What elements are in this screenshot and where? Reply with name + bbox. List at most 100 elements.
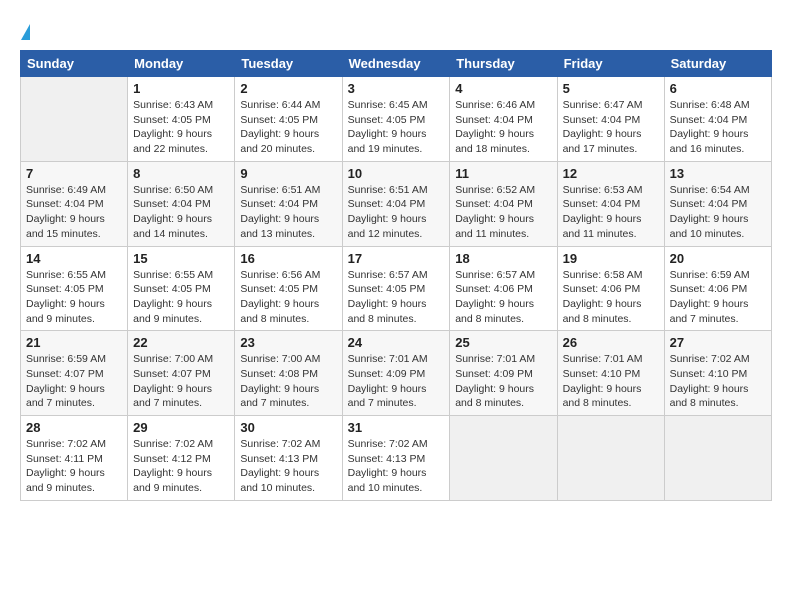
day-number: 25 bbox=[455, 335, 551, 350]
weekday-header: Wednesday bbox=[342, 51, 450, 77]
day-detail: Sunrise: 6:50 AM Sunset: 4:04 PM Dayligh… bbox=[133, 183, 229, 242]
day-number: 10 bbox=[348, 166, 445, 181]
day-number: 18 bbox=[455, 251, 551, 266]
calendar-cell: 15 Sunrise: 6:55 AM Sunset: 4:05 PM Dayli… bbox=[128, 246, 235, 331]
day-number: 3 bbox=[348, 81, 445, 96]
day-detail: Sunrise: 7:01 AM Sunset: 4:09 PM Dayligh… bbox=[455, 352, 551, 411]
day-detail: Sunrise: 6:53 AM Sunset: 4:04 PM Dayligh… bbox=[563, 183, 659, 242]
weekday-header: Saturday bbox=[664, 51, 771, 77]
day-detail: Sunrise: 7:00 AM Sunset: 4:07 PM Dayligh… bbox=[133, 352, 229, 411]
calendar-cell: 22 Sunrise: 7:00 AM Sunset: 4:07 PM Dayli… bbox=[128, 331, 235, 416]
day-detail: Sunrise: 6:57 AM Sunset: 4:06 PM Dayligh… bbox=[455, 268, 551, 327]
calendar-cell: 18 Sunrise: 6:57 AM Sunset: 4:06 PM Dayli… bbox=[450, 246, 557, 331]
day-detail: Sunrise: 6:57 AM Sunset: 4:05 PM Dayligh… bbox=[348, 268, 445, 327]
calendar-cell: 11 Sunrise: 6:52 AM Sunset: 4:04 PM Dayli… bbox=[450, 161, 557, 246]
calendar-week-row: 7Sunrise: 6:49 AM Sunset: 4:04 PM Daylig… bbox=[21, 161, 772, 246]
calendar-cell: 5 Sunrise: 6:47 AM Sunset: 4:04 PM Daylig… bbox=[557, 77, 664, 162]
day-detail: Sunrise: 6:47 AM Sunset: 4:04 PM Dayligh… bbox=[563, 98, 659, 157]
day-detail: Sunrise: 7:02 AM Sunset: 4:11 PM Dayligh… bbox=[26, 437, 122, 496]
calendar-cell: 21Sunrise: 6:59 AM Sunset: 4:07 PM Dayli… bbox=[21, 331, 128, 416]
calendar-week-row: 28 Sunrise: 7:02 AM Sunset: 4:11 PM Dayli… bbox=[21, 416, 772, 501]
calendar-cell: 20 Sunrise: 6:59 AM Sunset: 4:06 PM Dayli… bbox=[664, 246, 771, 331]
day-number: 8 bbox=[133, 166, 229, 181]
day-number: 17 bbox=[348, 251, 445, 266]
day-detail: Sunrise: 6:52 AM Sunset: 4:04 PM Dayligh… bbox=[455, 183, 551, 242]
day-number: 13 bbox=[670, 166, 766, 181]
day-number: 4 bbox=[455, 81, 551, 96]
calendar-cell: 30Sunrise: 7:02 AM Sunset: 4:13 PM Dayli… bbox=[235, 416, 342, 501]
day-number: 31 bbox=[348, 420, 445, 435]
calendar-cell: 1 Sunrise: 6:43 AM Sunset: 4:05 PM Daylig… bbox=[128, 77, 235, 162]
day-number: 22 bbox=[133, 335, 229, 350]
day-number: 15 bbox=[133, 251, 229, 266]
calendar-week-row: 14 Sunrise: 6:55 AM Sunset: 4:05 PM Dayli… bbox=[21, 246, 772, 331]
calendar-cell: 26Sunrise: 7:01 AM Sunset: 4:10 PM Dayli… bbox=[557, 331, 664, 416]
day-number: 1 bbox=[133, 81, 229, 96]
day-detail: Sunrise: 7:02 AM Sunset: 4:12 PM Dayligh… bbox=[133, 437, 229, 496]
day-detail: Sunrise: 6:51 AM Sunset: 4:04 PM Dayligh… bbox=[240, 183, 336, 242]
day-number: 16 bbox=[240, 251, 336, 266]
day-number: 5 bbox=[563, 81, 659, 96]
page-container: SundayMondayTuesdayWednesdayThursdayFrid… bbox=[0, 0, 792, 511]
calendar-cell bbox=[557, 416, 664, 501]
day-detail: Sunrise: 6:45 AM Sunset: 4:05 PM Dayligh… bbox=[348, 98, 445, 157]
day-number: 28 bbox=[26, 420, 122, 435]
day-number: 14 bbox=[26, 251, 122, 266]
day-number: 21 bbox=[26, 335, 122, 350]
weekday-header: Tuesday bbox=[235, 51, 342, 77]
calendar-cell: 27Sunrise: 7:02 AM Sunset: 4:10 PM Dayli… bbox=[664, 331, 771, 416]
calendar-cell: 24 Sunrise: 7:01 AM Sunset: 4:09 PM Dayli… bbox=[342, 331, 450, 416]
header-row bbox=[20, 16, 772, 40]
day-detail: Sunrise: 6:49 AM Sunset: 4:04 PM Dayligh… bbox=[26, 183, 122, 242]
day-detail: Sunrise: 6:55 AM Sunset: 4:05 PM Dayligh… bbox=[133, 268, 229, 327]
day-number: 11 bbox=[455, 166, 551, 181]
day-detail: Sunrise: 6:54 AM Sunset: 4:04 PM Dayligh… bbox=[670, 183, 766, 242]
weekday-header: Thursday bbox=[450, 51, 557, 77]
calendar-cell: 29Sunrise: 7:02 AM Sunset: 4:12 PM Dayli… bbox=[128, 416, 235, 501]
day-number: 24 bbox=[348, 335, 445, 350]
calendar-cell: 7Sunrise: 6:49 AM Sunset: 4:04 PM Daylig… bbox=[21, 161, 128, 246]
calendar-header-row: SundayMondayTuesdayWednesdayThursdayFrid… bbox=[21, 51, 772, 77]
day-number: 26 bbox=[563, 335, 659, 350]
day-detail: Sunrise: 6:58 AM Sunset: 4:06 PM Dayligh… bbox=[563, 268, 659, 327]
day-detail: Sunrise: 7:00 AM Sunset: 4:08 PM Dayligh… bbox=[240, 352, 336, 411]
calendar-cell: 12 Sunrise: 6:53 AM Sunset: 4:04 PM Dayli… bbox=[557, 161, 664, 246]
calendar-cell: 31Sunrise: 7:02 AM Sunset: 4:13 PM Dayli… bbox=[342, 416, 450, 501]
day-number: 12 bbox=[563, 166, 659, 181]
calendar-cell: 8 Sunrise: 6:50 AM Sunset: 4:04 PM Daylig… bbox=[128, 161, 235, 246]
day-detail: Sunrise: 6:43 AM Sunset: 4:05 PM Dayligh… bbox=[133, 98, 229, 157]
day-number: 6 bbox=[670, 81, 766, 96]
day-number: 2 bbox=[240, 81, 336, 96]
calendar-cell: 6 Sunrise: 6:48 AM Sunset: 4:04 PM Daylig… bbox=[664, 77, 771, 162]
calendar-cell: 23 Sunrise: 7:00 AM Sunset: 4:08 PM Dayli… bbox=[235, 331, 342, 416]
calendar-cell: 3 Sunrise: 6:45 AM Sunset: 4:05 PM Daylig… bbox=[342, 77, 450, 162]
day-detail: Sunrise: 6:56 AM Sunset: 4:05 PM Dayligh… bbox=[240, 268, 336, 327]
calendar-cell: 17 Sunrise: 6:57 AM Sunset: 4:05 PM Dayli… bbox=[342, 246, 450, 331]
day-detail: Sunrise: 7:02 AM Sunset: 4:10 PM Dayligh… bbox=[670, 352, 766, 411]
calendar-cell: 28 Sunrise: 7:02 AM Sunset: 4:11 PM Dayli… bbox=[21, 416, 128, 501]
day-detail: Sunrise: 6:59 AM Sunset: 4:06 PM Dayligh… bbox=[670, 268, 766, 327]
calendar-cell bbox=[21, 77, 128, 162]
calendar-table: SundayMondayTuesdayWednesdayThursdayFrid… bbox=[20, 50, 772, 501]
calendar-cell: 2Sunrise: 6:44 AM Sunset: 4:05 PM Daylig… bbox=[235, 77, 342, 162]
day-detail: Sunrise: 7:01 AM Sunset: 4:09 PM Dayligh… bbox=[348, 352, 445, 411]
calendar-cell: 4 Sunrise: 6:46 AM Sunset: 4:04 PM Daylig… bbox=[450, 77, 557, 162]
day-detail: Sunrise: 6:46 AM Sunset: 4:04 PM Dayligh… bbox=[455, 98, 551, 157]
calendar-cell bbox=[450, 416, 557, 501]
day-number: 9 bbox=[240, 166, 336, 181]
calendar-cell: 14 Sunrise: 6:55 AM Sunset: 4:05 PM Dayli… bbox=[21, 246, 128, 331]
day-number: 20 bbox=[670, 251, 766, 266]
day-number: 30 bbox=[240, 420, 336, 435]
logo bbox=[20, 20, 30, 40]
weekday-header: Friday bbox=[557, 51, 664, 77]
day-number: 23 bbox=[240, 335, 336, 350]
calendar-cell bbox=[664, 416, 771, 501]
calendar-cell: 9 Sunrise: 6:51 AM Sunset: 4:04 PM Daylig… bbox=[235, 161, 342, 246]
weekday-header: Sunday bbox=[21, 51, 128, 77]
calendar-week-row: 1 Sunrise: 6:43 AM Sunset: 4:05 PM Daylig… bbox=[21, 77, 772, 162]
calendar-cell: 13 Sunrise: 6:54 AM Sunset: 4:04 PM Dayli… bbox=[664, 161, 771, 246]
day-detail: Sunrise: 6:48 AM Sunset: 4:04 PM Dayligh… bbox=[670, 98, 766, 157]
logo-text bbox=[20, 20, 30, 42]
day-detail: Sunrise: 6:55 AM Sunset: 4:05 PM Dayligh… bbox=[26, 268, 122, 327]
calendar-cell: 25 Sunrise: 7:01 AM Sunset: 4:09 PM Dayli… bbox=[450, 331, 557, 416]
